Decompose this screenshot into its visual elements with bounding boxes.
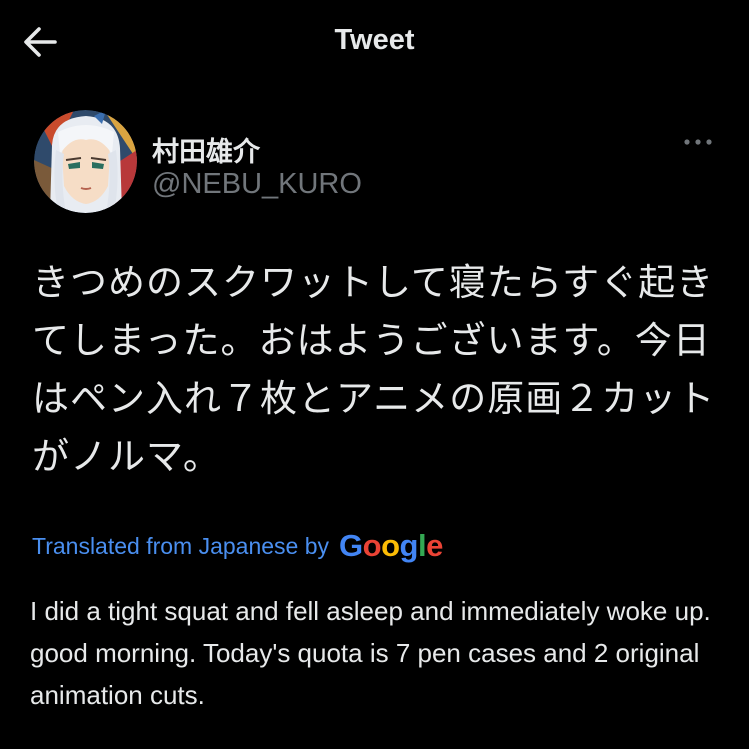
author-handle[interactable]: @NEBU_KURO: [152, 168, 362, 201]
translated-text: I did a tight squat and fell asleep and …: [30, 596, 711, 710]
google-logo-letter: o: [362, 528, 382, 563]
tweet-text: きつめのスクワットして寝たらすぐ起きてしまった。おはようございます。今日はペン入…: [32, 261, 716, 478]
google-logo-letter: e: [426, 528, 443, 563]
page-title: Tweet: [334, 24, 415, 56]
top-bar: Tweet: [0, 0, 749, 84]
translated-from-link[interactable]: Translated from Japanese by: [32, 533, 329, 560]
google-logo-letter: l: [417, 528, 427, 563]
avatar[interactable]: [34, 110, 137, 213]
google-logo-letter: G: [339, 528, 363, 563]
more-options-button[interactable]: [680, 132, 716, 152]
more-horizontal-icon: [684, 139, 712, 145]
google-logo-letter: g: [399, 528, 419, 563]
google-logo[interactable]: Google: [339, 528, 443, 564]
translation-attribution: Translated from Japanese by Google: [32, 526, 443, 566]
avatar-illustration: [34, 110, 137, 213]
google-logo-letter: o: [381, 528, 400, 563]
author-display-name[interactable]: 村田雄介: [152, 130, 260, 169]
tweet-author: 村田雄介 @NEBU_KURO: [34, 110, 724, 220]
